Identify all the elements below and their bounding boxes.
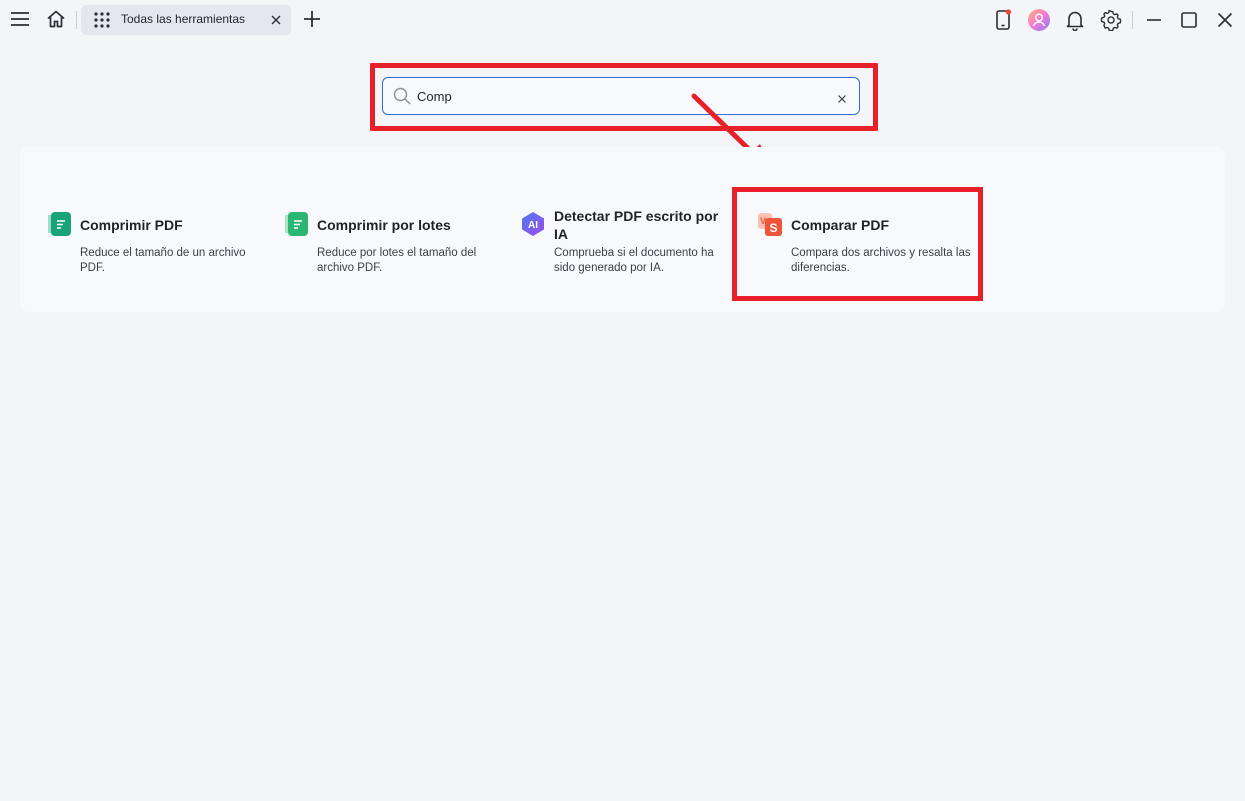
titlebar-divider [1132,11,1133,29]
mobile-device-icon[interactable] [991,8,1015,32]
grid-icon [93,11,111,29]
tab-label: Todas las herramientas [121,12,246,26]
tool-card-title: Detectar PDF escrito por IA [554,208,719,242]
home-icon[interactable] [44,7,68,31]
user-avatar-icon[interactable] [1027,8,1051,32]
tool-card-description: Reduce el tamaño de un archivo PDF. [80,247,246,274]
menu-icon[interactable] [8,7,32,31]
tool-card-title: Comprimir PDF [80,217,183,233]
tool-card-description: Reduce por lotes el tamaño del archivo P… [317,247,477,274]
titlebar-divider [76,11,77,29]
close-tab-icon[interactable] [269,13,283,27]
minimize-icon[interactable] [1142,8,1166,32]
compress-pdf-icon [46,211,72,237]
tool-card-description: Comprueba si el documento ha sido genera… [554,247,714,274]
tool-card-title: Comprimir por lotes [317,217,451,233]
close-window-icon[interactable] [1213,8,1237,32]
tab-all-tools[interactable]: Todas las herramientas [81,5,291,35]
maximize-icon[interactable] [1177,8,1201,32]
clear-search-icon[interactable] [837,91,847,103]
title-bar: Todas las herramientas [0,0,1245,40]
notification-bell-icon[interactable] [1063,8,1087,32]
search-icon [393,87,411,105]
new-tab-icon[interactable] [300,7,324,31]
svg-text:AI: AI [528,220,538,231]
gear-icon[interactable] [1099,8,1123,32]
batch-compress-icon [283,211,309,237]
highlight-box-compare [732,187,983,301]
ai-detect-icon: AI [520,211,546,237]
search-results-panel: Comprimir PDF Reduce el tamaño de un arc… [20,147,1225,312]
